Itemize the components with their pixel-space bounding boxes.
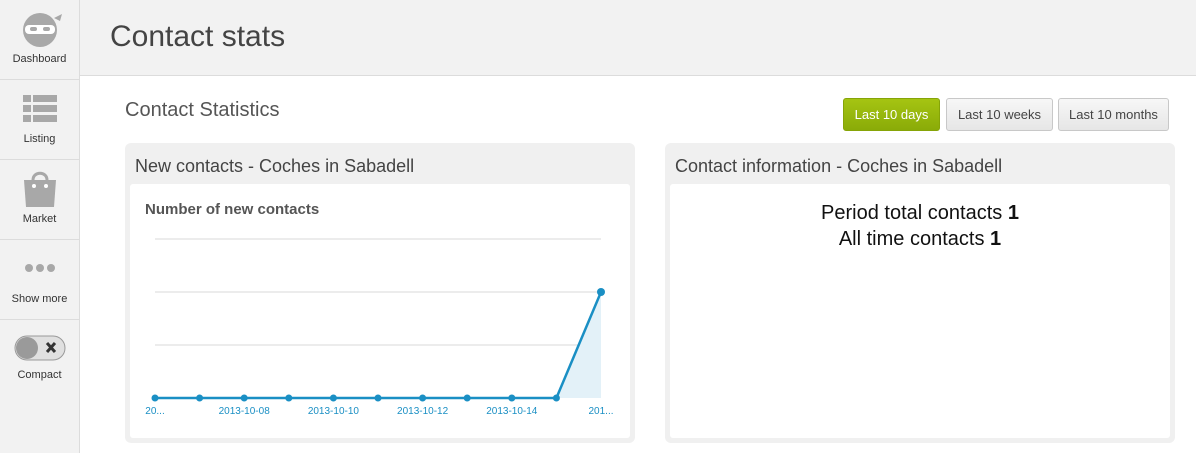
ninja-avatar-icon — [22, 13, 62, 47]
data-point — [196, 394, 204, 402]
sidebar: Dashboard Listing Market Show more Compa… — [0, 0, 80, 453]
data-point — [374, 394, 382, 402]
last-10-days-button[interactable]: Last 10 days — [843, 98, 940, 131]
all-time-contacts: All time contacts 1 — [670, 226, 1170, 252]
sidebar-item-label: Market — [22, 213, 57, 225]
list-icon — [22, 95, 57, 122]
contact-info-panel: Contact information - Coches in Sabadell… — [665, 143, 1175, 443]
sidebar-item-label: Dashboard — [12, 53, 67, 65]
x-tick-label: 2013-10-08 — [219, 406, 271, 417]
data-point — [240, 394, 248, 402]
all-time-label: All time contacts — [838, 228, 985, 250]
period-total-contacts: Period total contacts 1 — [670, 200, 1170, 226]
sidebar-item-market[interactable]: Market — [0, 160, 79, 240]
shopping-bag-icon — [23, 171, 56, 207]
period-total-value: 1 — [1007, 202, 1019, 224]
data-point — [508, 394, 516, 402]
x-tick-label: 2013-10-10 — [308, 406, 360, 417]
page-title: Contact stats — [110, 20, 286, 53]
sidebar-item-show-more[interactable]: Show more — [0, 240, 79, 320]
x-tick-label: 2013-10-14 — [486, 406, 538, 417]
all-time-value: 1 — [990, 228, 1002, 250]
chart-container: Number of new contacts 20... 2013-10-08 20… — [130, 184, 630, 438]
last-10-weeks-button[interactable]: Last 10 weeks — [946, 98, 1053, 131]
sidebar-item-label: Listing — [23, 133, 56, 145]
chart-title: Number of new contacts — [145, 201, 320, 218]
new-contacts-panel: New contacts - Coches in Sabadell Number… — [125, 143, 635, 443]
contact-info-body: Period total contacts 1 All time contact… — [670, 184, 1170, 438]
sidebar-item-listing[interactable]: Listing — [0, 80, 79, 160]
sidebar-item-dashboard[interactable]: Dashboard — [0, 0, 79, 80]
panel-title: New contacts - Coches in Sabadell — [135, 156, 415, 176]
page-header: Contact stats — [80, 0, 1196, 76]
toggle-switch-icon[interactable] — [14, 334, 66, 362]
data-point — [552, 394, 560, 402]
panel-title: Contact information - Coches in Sabadell — [675, 156, 1003, 176]
x-tick-label: 20... — [145, 406, 164, 417]
data-point — [419, 394, 427, 402]
section-title: Contact Statistics — [125, 99, 280, 121]
data-point — [151, 394, 159, 402]
data-point — [463, 394, 471, 402]
new-contacts-chart: 20... 2013-10-08 2013-10-10 2013-10-12 2013-… — [145, 238, 614, 417]
last-10-months-button[interactable]: Last 10 months — [1058, 98, 1169, 131]
data-point — [329, 394, 337, 402]
more-dots-icon — [24, 264, 55, 272]
sidebar-item-label: Compact — [17, 369, 62, 381]
data-point — [285, 394, 293, 402]
sidebar-item-compact[interactable]: Compact — [0, 320, 79, 399]
period-total-label: Period total contacts — [821, 202, 1003, 224]
sidebar-item-label: Show more — [11, 293, 68, 305]
x-tick-label: 2013-10-12 — [397, 406, 449, 417]
data-point — [597, 288, 605, 296]
x-tick-label: 201... — [588, 406, 613, 417]
